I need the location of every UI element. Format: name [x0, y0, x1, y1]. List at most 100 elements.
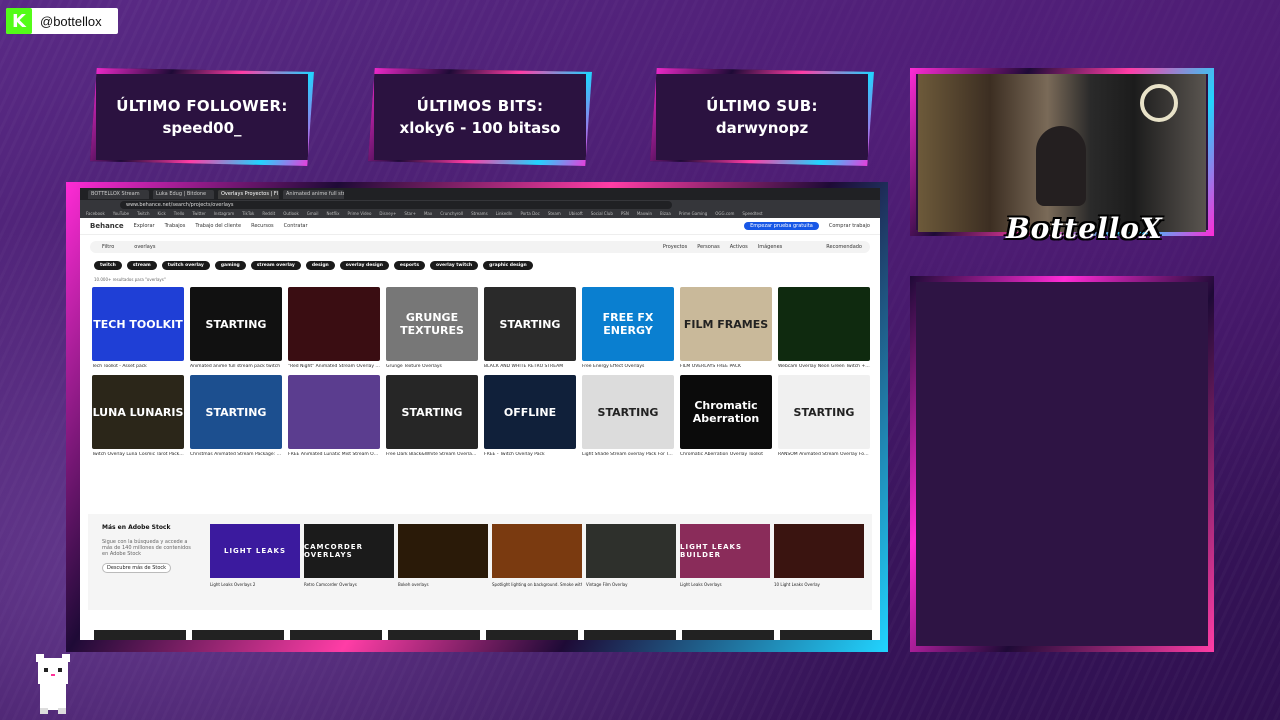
project-title[interactable]: RANSOM Animated Stream Overlay For OBS: [778, 452, 870, 457]
project-card[interactable]: STARTING Animated anime full stream pack …: [190, 287, 282, 369]
project-title[interactable]: Free Energy Effect Overlays: [582, 364, 674, 369]
bookmark-item[interactable]: Facebook: [86, 211, 105, 216]
project-title[interactable]: Tech Toolkit - Asset pack: [92, 364, 184, 369]
project-card[interactable]: LUNA LUNARIS Twitch Overlay Luna Cosmic T…: [92, 375, 184, 457]
stock-item[interactable]: Spotlight lighting on background. Smoke …: [492, 524, 582, 587]
project-title[interactable]: FILM OVERLAYS FREE PACK: [680, 364, 772, 369]
bookmark-item[interactable]: Reddit: [262, 211, 275, 216]
stock-title[interactable]: Light Leaks Overlays: [680, 582, 770, 587]
project-thumbnail[interactable]: STARTING: [484, 287, 576, 361]
bookmark-item[interactable]: Speedtest: [742, 211, 762, 216]
project-title[interactable]: FREE - Twitch Overlay Pack: [484, 452, 576, 457]
browser-tab[interactable]: BOTTELLOX Stream: [88, 189, 149, 199]
project-card[interactable]: FILM FRAMES FILM OVERLAYS FREE PACK: [680, 287, 772, 369]
project-title[interactable]: Light Shade Stream overlay Pack For Twit…: [582, 452, 674, 457]
stock-title[interactable]: 10 Light Leaks Overlay: [774, 582, 864, 587]
filter-button[interactable]: Filtro: [102, 244, 114, 250]
bookmark-item[interactable]: Prime Gaming: [679, 211, 707, 216]
project-thumbnail[interactable]: GRUNGE TEXTURES: [386, 287, 478, 361]
bookmark-item[interactable]: Gmail: [307, 211, 319, 216]
project-card[interactable]: Chromatic Aberration Chromatic Aberration…: [680, 375, 772, 457]
project-thumbnail[interactable]: FREE FX ENERGY: [582, 287, 674, 361]
bookmark-item[interactable]: LinkedIn: [496, 211, 513, 216]
project-thumbnail[interactable]: TECH TOOLKIT: [92, 287, 184, 361]
bookmark-item[interactable]: OGG.com: [715, 211, 734, 216]
bookmark-item[interactable]: TikTok: [242, 211, 254, 216]
bookmark-item[interactable]: Outlook: [283, 211, 299, 216]
free-trial-button[interactable]: Empezar prueba gratuita: [744, 222, 819, 230]
project-card[interactable]: GRUNGE TEXTURES Grunge Texture Overlays: [386, 287, 478, 369]
stock-thumbnail[interactable]: [492, 524, 582, 578]
tag-chip[interactable]: gaming: [214, 261, 246, 270]
tag-chip[interactable]: twitch overlay: [161, 261, 210, 270]
nav-contratar[interactable]: Contratar: [284, 223, 308, 229]
tag-chip[interactable]: stream: [126, 261, 157, 270]
search-tab-projects[interactable]: Proyectos: [663, 244, 687, 250]
stock-item[interactable]: LIGHT LEAKS Light Leaks Overlays 2: [210, 524, 300, 587]
stock-title[interactable]: Light Leaks Overlays 2: [210, 582, 300, 587]
bookmark-item[interactable]: Kick: [158, 211, 166, 216]
nav-trabajos[interactable]: Trabajos: [165, 223, 186, 229]
stock-thumbnail[interactable]: LIGHT LEAKS BUILDER: [680, 524, 770, 578]
project-title[interactable]: "Red Night" Animated Stream Overlay Pack: [288, 364, 380, 369]
bookmark-item[interactable]: Twitch: [137, 211, 149, 216]
project-title[interactable]: Chromatic Aberration Overlay Toolkit: [680, 452, 772, 457]
bookmark-item[interactable]: YouTube: [113, 211, 129, 216]
project-card[interactable]: STARTING BLACK AND WHITE RETRO STREAM: [484, 287, 576, 369]
bookmark-item[interactable]: PSN: [621, 211, 629, 216]
stock-title[interactable]: Retro Camcorder Overlays: [304, 582, 394, 587]
project-thumbnail[interactable]: STARTING: [582, 375, 674, 449]
project-card[interactable]: TECH TOOLKIT Tech Toolkit - Asset pack: [92, 287, 184, 369]
behance-logo[interactable]: Behance: [90, 222, 124, 230]
bookmark-item[interactable]: Social Club: [591, 211, 613, 216]
bookmark-item[interactable]: Disney+: [379, 211, 396, 216]
project-thumbnail[interactable]: FILM FRAMES: [680, 287, 772, 361]
stock-thumbnail[interactable]: CAMCORDER OVERLAYS: [304, 524, 394, 578]
bookmark-item[interactable]: Max: [424, 211, 432, 216]
browser-tab-active[interactable]: Overlays Proyectos | Fl: [218, 189, 279, 199]
project-card[interactable]: FREE FX ENERGY Free Energy Effect Overlay…: [582, 287, 674, 369]
bookmark-item[interactable]: Instagram: [214, 211, 234, 216]
url-field[interactable]: www.behance.net/search/projects/overlays: [120, 200, 672, 209]
project-thumbnail[interactable]: LUNA LUNARIS: [92, 375, 184, 449]
project-thumbnail[interactable]: Chromatic Aberration: [680, 375, 772, 449]
nav-trabajo-cliente[interactable]: Trabajo del cliente: [195, 223, 241, 229]
stock-title[interactable]: Bokeh overlays: [398, 582, 488, 587]
search-tab-images[interactable]: Imágenes: [758, 244, 783, 250]
project-card[interactable]: FREE Animated Lunatic Mist Stream Overla…: [288, 375, 380, 457]
bookmark-item[interactable]: Prime Video: [347, 211, 371, 216]
project-title[interactable]: Twitch Overlay Luna Cosmic Tarot Pack | …: [92, 452, 184, 457]
project-title[interactable]: Christmas Animated Stream Package: Chris…: [190, 452, 282, 457]
project-card[interactable]: STARTING Christmas Animated Stream Packag…: [190, 375, 282, 457]
tag-chip[interactable]: graphic design: [483, 261, 533, 270]
stock-title[interactable]: Spotlight lighting on background. Smoke …: [492, 582, 582, 587]
bookmark-item[interactable]: Ubisoft: [569, 211, 583, 216]
tag-chip[interactable]: overlay twitch: [430, 261, 479, 270]
bookmark-item[interactable]: Crunchyroll: [440, 211, 463, 216]
stock-item[interactable]: Vintage Film Overlay: [586, 524, 676, 587]
tag-chip[interactable]: stream overlay: [250, 261, 301, 270]
stock-discover-button[interactable]: Descubre más de Stock: [102, 563, 172, 573]
project-thumbnail[interactable]: STARTING: [190, 287, 282, 361]
stock-thumbnail[interactable]: [774, 524, 864, 578]
bookmark-item[interactable]: Streams: [471, 211, 488, 216]
project-thumbnail[interactable]: [288, 375, 380, 449]
nav-explorar[interactable]: Explorar: [134, 223, 155, 229]
search-input[interactable]: overlays: [134, 244, 155, 250]
project-thumbnail[interactable]: OFFLINE: [484, 375, 576, 449]
project-card[interactable]: STARTING Light Shade Stream overlay Pack …: [582, 375, 674, 457]
search-tab-people[interactable]: Personas: [697, 244, 719, 250]
stock-title[interactable]: Vintage Film Overlay: [586, 582, 676, 587]
project-title[interactable]: FREE Animated Lunatic Mist Stream Overla…: [288, 452, 380, 457]
browser-tab[interactable]: Luka Edug | Bitdone: [153, 189, 214, 199]
project-title[interactable]: Free Dark Black&White Stream Overlay Pac…: [386, 452, 478, 457]
project-thumbnail[interactable]: STARTING: [778, 375, 870, 449]
bookmark-item[interactable]: Bizaa: [660, 211, 671, 216]
bookmark-item[interactable]: Star+: [404, 211, 416, 216]
project-card[interactable]: STARTING RANSOM Animated Stream Overlay F…: [778, 375, 870, 457]
project-card[interactable]: Webcam Overlay Neon Green Twitch + Free …: [778, 287, 870, 369]
browser-tab[interactable]: Animated anime full stre: [283, 189, 344, 199]
project-thumbnail[interactable]: STARTING: [386, 375, 478, 449]
tag-chip[interactable]: twitch: [94, 261, 122, 270]
stock-item[interactable]: CAMCORDER OVERLAYS Retro Camcorder Overla…: [304, 524, 394, 587]
